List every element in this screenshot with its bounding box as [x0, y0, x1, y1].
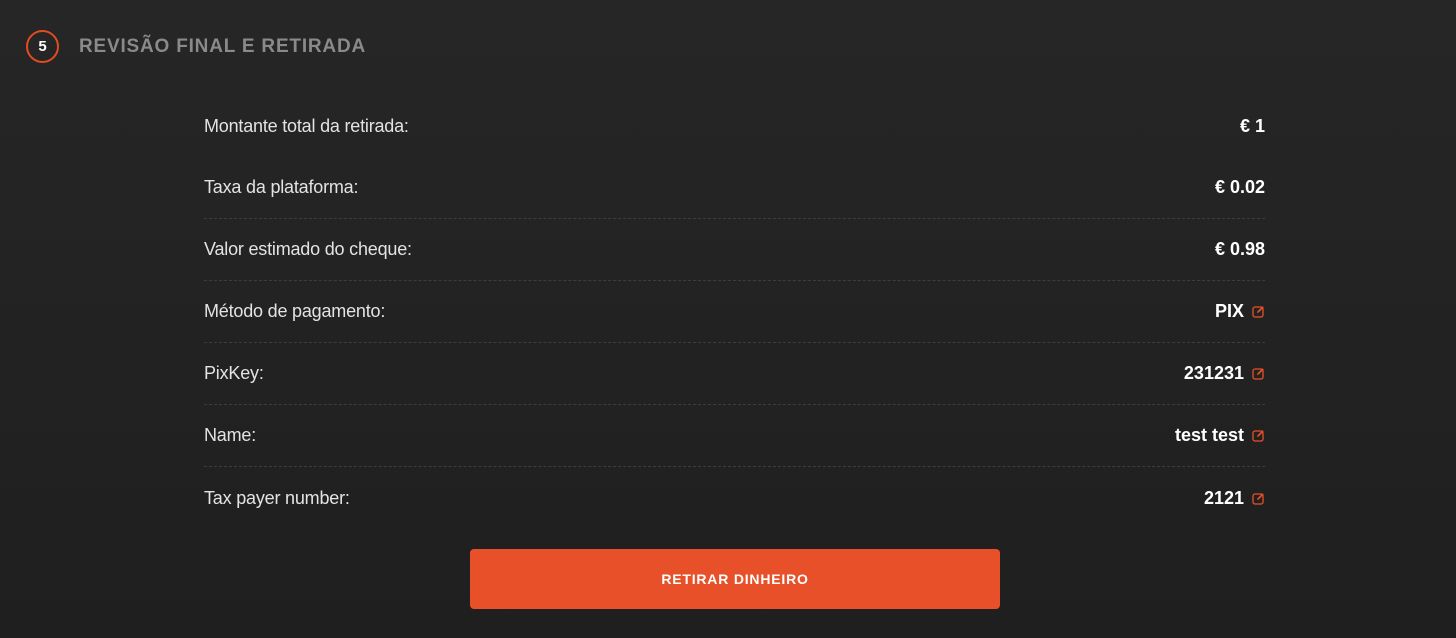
withdraw-money-button[interactable]: RETIRAR DINHEIRO — [470, 549, 1000, 609]
row-value-wrap: € 0.02 — [1215, 177, 1265, 198]
edit-pix-key-icon[interactable] — [1251, 367, 1265, 381]
row-label: Name: — [204, 425, 257, 445]
row-label: Valor estimado do cheque: — [204, 239, 412, 259]
withdrawal-review-panel: 5 REVISÃO FINAL E RETIRADA Montante tota… — [0, 0, 1456, 638]
step-header: 5 REVISÃO FINAL E RETIRADA — [26, 30, 366, 63]
step-title: REVISÃO FINAL E RETIRADA — [79, 35, 366, 57]
row-value: 231231 — [1183, 363, 1244, 383]
row-label: Tax payer number: — [204, 487, 350, 508]
row-label: Montante total da retirada: — [204, 116, 409, 136]
step-number-badge: 5 — [26, 30, 59, 63]
row-value: € 0.02 — [1214, 177, 1265, 197]
row-value-wrap: 2121 — [1204, 488, 1265, 509]
row-value: 2121 — [1203, 487, 1244, 508]
row-value-wrap: test test — [1175, 425, 1265, 446]
summary-row-total-amount: Montante total da retirada: € 1 — [204, 96, 1265, 157]
row-label: PixKey: — [204, 363, 264, 383]
row-value: PIX — [1214, 301, 1244, 321]
withdrawal-summary: Montante total da retirada: € 1 Taxa da … — [204, 96, 1265, 529]
summary-row-payment-method: Método de pagamento: PIX — [204, 281, 1265, 343]
row-value-wrap: 231231 — [1184, 363, 1265, 384]
edit-payment-method-icon[interactable] — [1251, 305, 1265, 319]
summary-row-platform-fee: Taxa da plataforma: € 0.02 — [204, 157, 1265, 219]
row-value: € 1 — [1239, 116, 1265, 136]
edit-tax-payer-number-icon[interactable] — [1251, 491, 1265, 505]
edit-name-icon[interactable] — [1251, 429, 1265, 443]
summary-row-estimated-value: Valor estimado do cheque: € 0.98 — [204, 219, 1265, 281]
row-value: test test — [1174, 425, 1244, 445]
summary-row-tax-payer-number: Tax payer number: 2121 — [204, 467, 1265, 529]
row-value: € 0.98 — [1214, 239, 1265, 259]
row-label: Taxa da plataforma: — [204, 177, 359, 197]
summary-row-pix-key: PixKey: 231231 — [204, 343, 1265, 405]
row-value-wrap: € 0.98 — [1215, 239, 1265, 260]
row-label: Método de pagamento: — [204, 301, 386, 321]
summary-row-name: Name: test test — [204, 405, 1265, 467]
row-value-wrap: € 1 — [1240, 116, 1265, 137]
row-value-wrap: PIX — [1215, 301, 1265, 322]
